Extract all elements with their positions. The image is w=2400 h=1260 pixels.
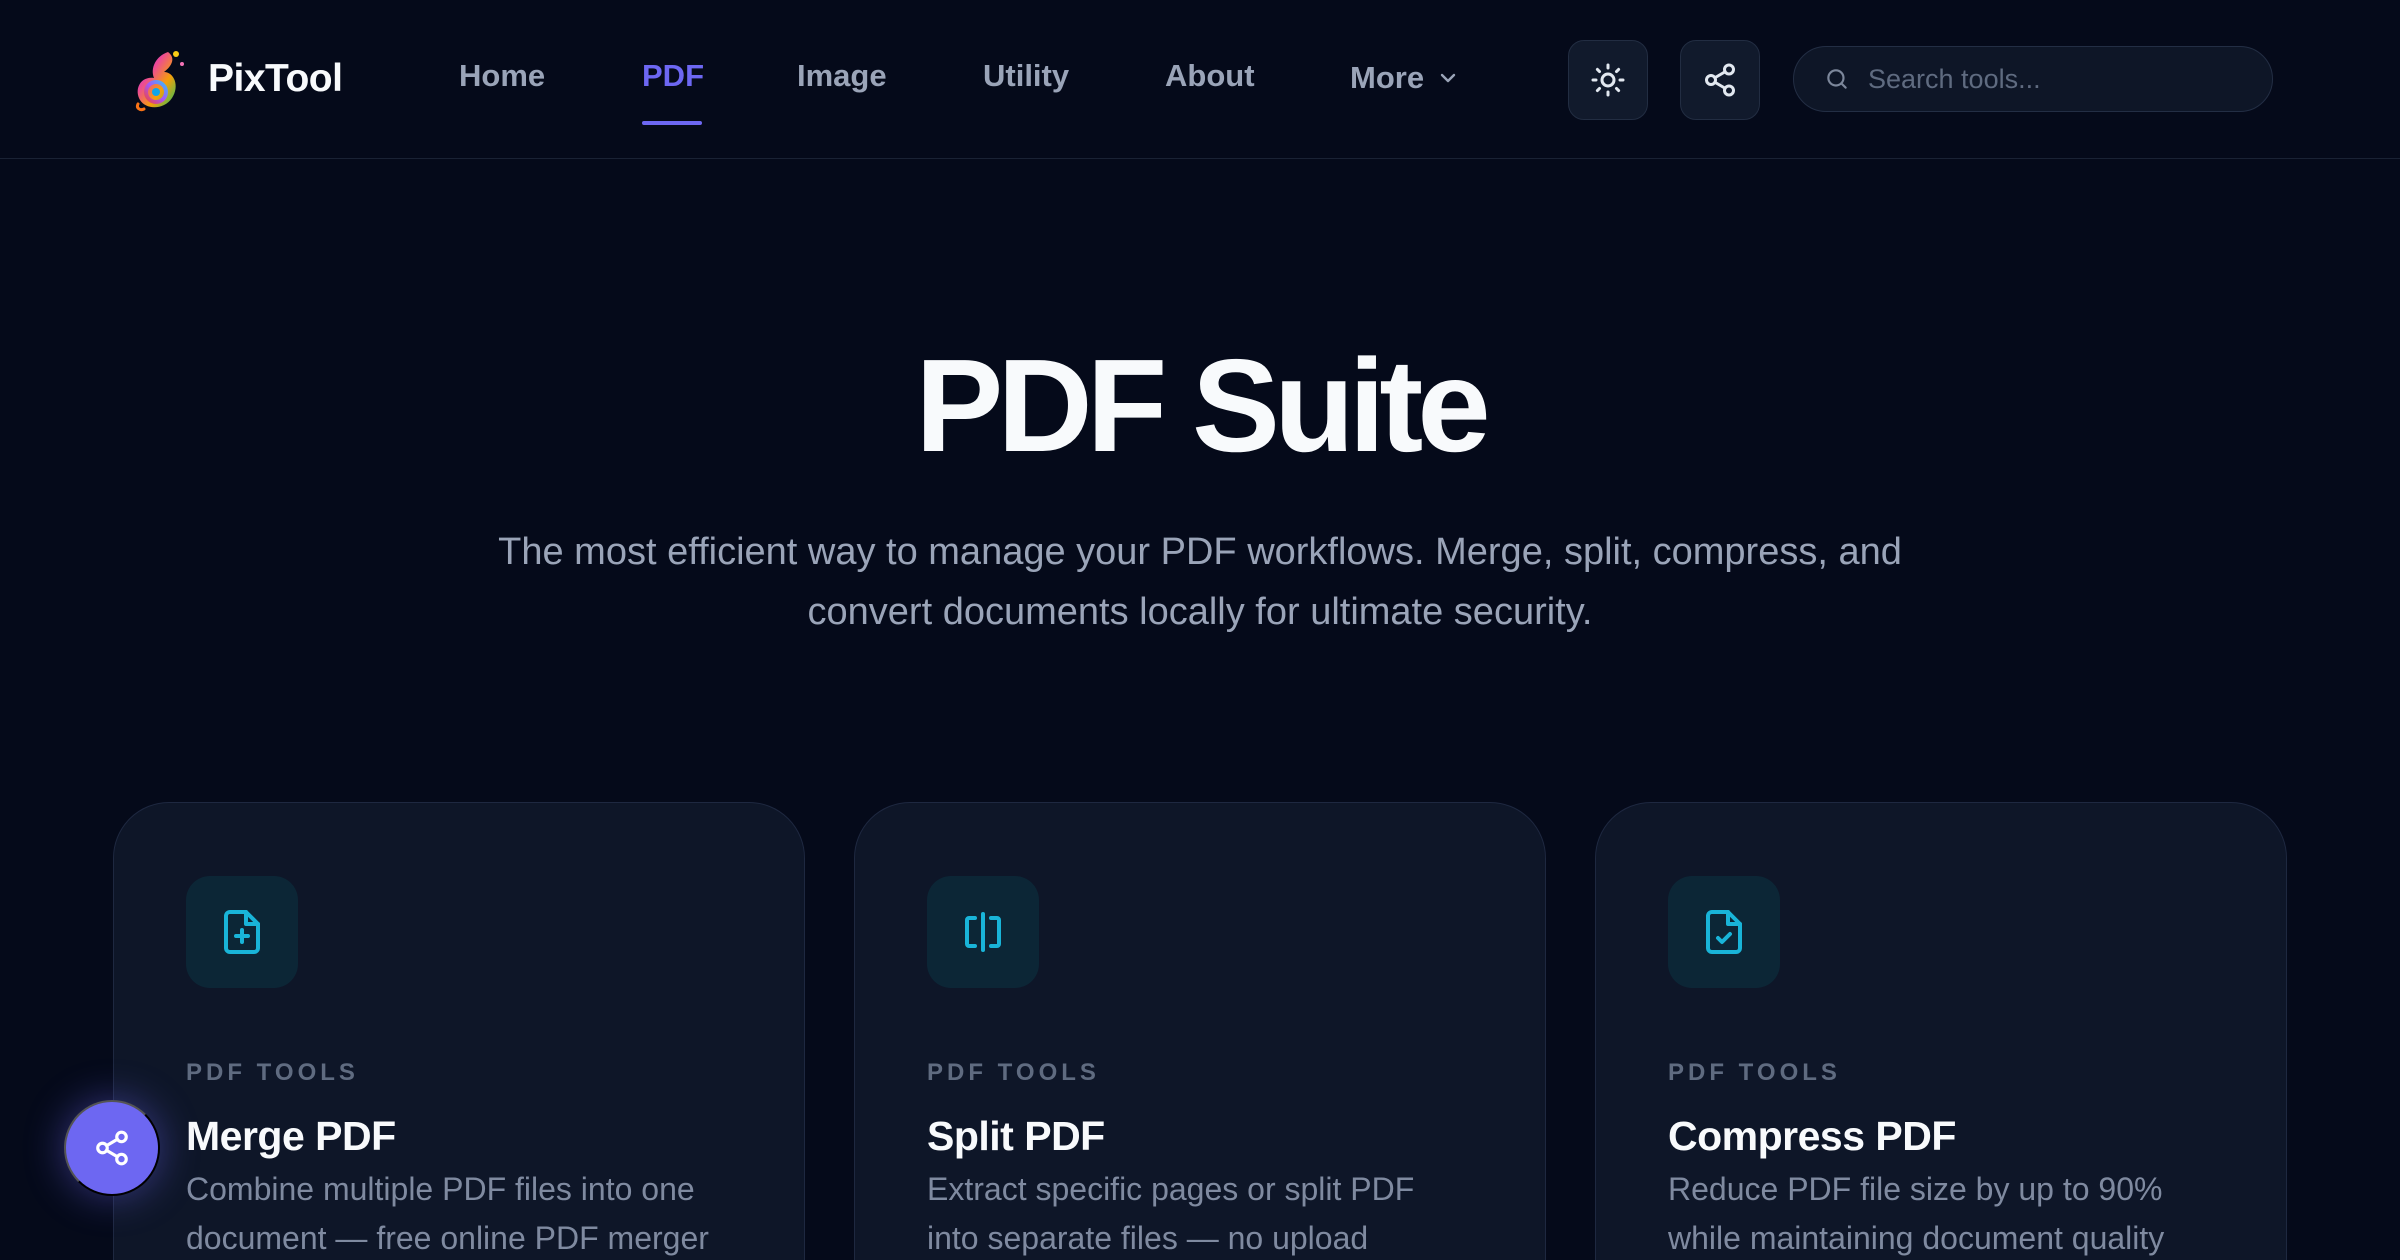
card-description-line-2: while maintaining document quality: [1668, 1220, 2165, 1256]
chevron-down-icon: [1440, 73, 1456, 83]
split-columns-icon: [965, 912, 1001, 952]
page: PixTool Home PDF Image Utility About Mor…: [0, 0, 2400, 1260]
card-description: Reduce PDF file size by up to 90% while …: [1668, 1165, 2228, 1260]
tool-card-merge-pdf[interactable]: PDF TOOLS Merge PDF Combine multiple PDF…: [113, 802, 805, 1260]
card-category: PDF TOOLS: [1668, 1059, 1841, 1086]
theme-toggle-button[interactable]: [1568, 40, 1648, 120]
card-description-line-1: Extract specific pages or split PDF: [927, 1171, 1415, 1207]
top-navbar: PixTool Home PDF Image Utility About Mor…: [0, 0, 2400, 159]
search-box[interactable]: [1793, 46, 2273, 112]
card-description-line-2: document — free online PDF merger: [186, 1220, 709, 1256]
share-button[interactable]: [1680, 40, 1760, 120]
sun-icon: [1591, 63, 1625, 97]
tool-card-split-pdf[interactable]: PDF TOOLS Split PDF Extract specific pag…: [854, 802, 1546, 1260]
card-category: PDF TOOLS: [186, 1059, 359, 1086]
nav-about[interactable]: About: [1165, 58, 1255, 94]
card-icon-box: [186, 876, 298, 988]
card-description-line-2: into separate files — no upload: [927, 1220, 1369, 1256]
file-plus-icon: [224, 910, 260, 954]
nav-utility[interactable]: Utility: [983, 58, 1069, 94]
card-category: PDF TOOLS: [927, 1059, 1100, 1086]
nav-active-indicator: [642, 121, 702, 125]
card-description-line-1: Reduce PDF file size by up to 90%: [1668, 1171, 2163, 1207]
page-subtitle: The most efficient way to manage your PD…: [440, 522, 1960, 642]
brand[interactable]: PixTool: [130, 44, 343, 114]
card-icon-box: [927, 876, 1039, 988]
page-subtitle-line-2: convert documents locally for ultimate s…: [807, 591, 1593, 633]
card-description: Extract specific pages or split PDF into…: [927, 1165, 1487, 1260]
page-title: PDF Suite: [915, 332, 1490, 479]
floating-share-button[interactable]: [64, 1100, 160, 1196]
nav-image[interactable]: Image: [797, 58, 887, 94]
nav-home[interactable]: Home: [459, 58, 545, 94]
card-description-line-1: Combine multiple PDF files into one: [186, 1171, 695, 1207]
search-icon: [1827, 69, 1847, 89]
rainbow-swirl-logo-icon: [136, 51, 184, 112]
card-title: Merge PDF: [186, 1113, 396, 1159]
card-description: Combine multiple PDF files into one docu…: [186, 1165, 746, 1260]
tool-card-compress-pdf[interactable]: PDF TOOLS Compress PDF Reduce PDF file s…: [1595, 802, 2287, 1260]
share-icon: [1705, 63, 1735, 97]
search-input[interactable]: [1868, 63, 2248, 95]
card-title: Split PDF: [927, 1113, 1105, 1159]
nav-pdf[interactable]: PDF: [642, 58, 704, 94]
nav-more-label: More: [1350, 60, 1425, 95]
brand-name: PixTool: [208, 57, 343, 100]
card-title: Compress PDF: [1668, 1113, 1956, 1159]
share-icon: [96, 1130, 128, 1166]
card-icon-box: [1668, 876, 1780, 988]
file-check-icon: [1706, 910, 1742, 954]
page-subtitle-line-1: The most efficient way to manage your PD…: [498, 531, 1902, 573]
nav-more-dropdown[interactable]: More: [1350, 60, 1458, 96]
